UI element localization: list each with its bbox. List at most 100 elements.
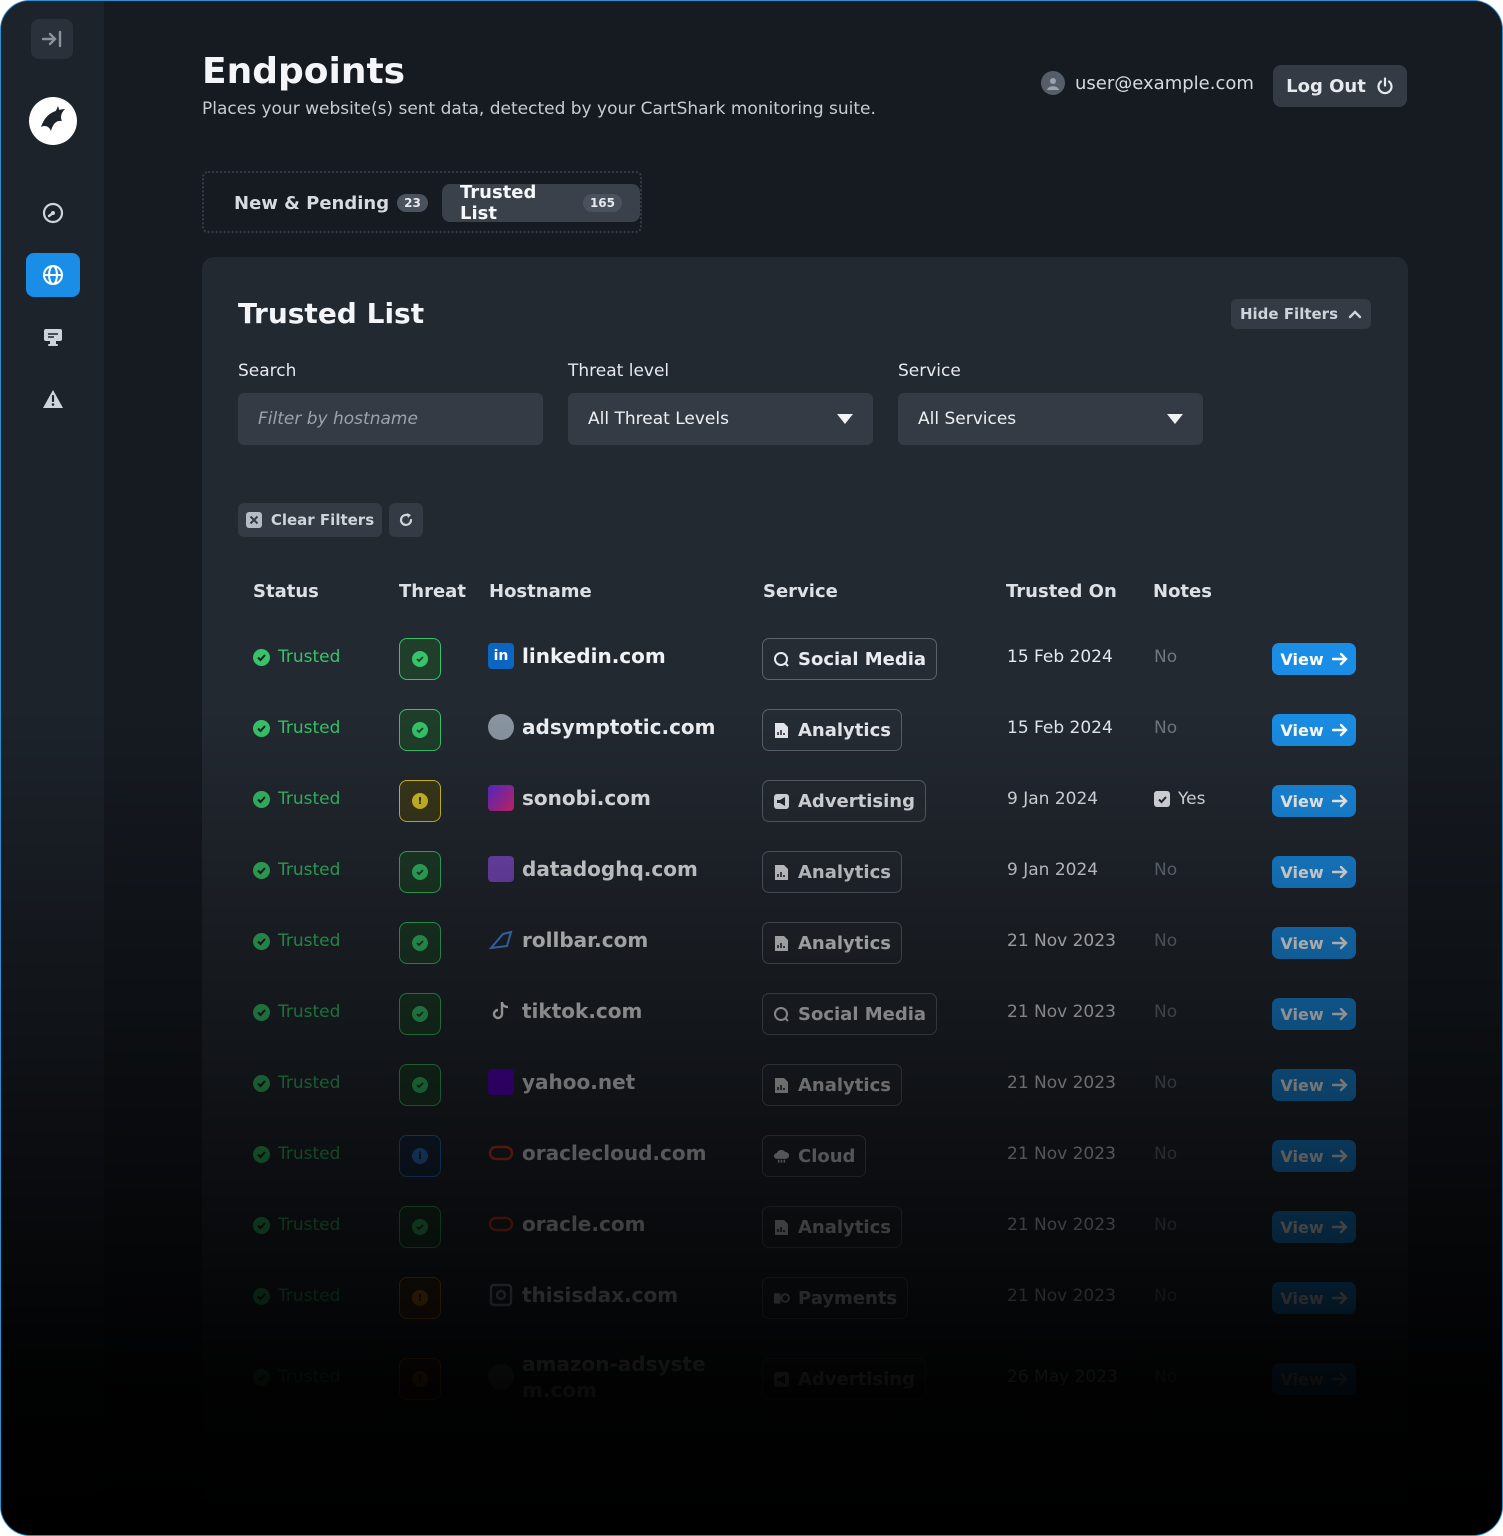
- service-text: Payments: [798, 1287, 898, 1309]
- table-row: Trusted ! amazon-adsystem.com Advertisin…: [202, 1333, 1408, 1423]
- trusted-list-card: Trusted List Hide Filters Search Threat …: [202, 257, 1408, 1535]
- service-text: Analytics: [798, 1074, 891, 1096]
- view-label: View: [1280, 1369, 1324, 1389]
- service-text: Analytics: [798, 932, 891, 954]
- megaphone-icon: [773, 1371, 790, 1388]
- view-button[interactable]: View: [1272, 1069, 1356, 1101]
- threat-badge-high: !: [399, 1277, 441, 1319]
- arrow-right-icon: [1331, 1291, 1348, 1305]
- notes-cell: No: [1154, 1215, 1178, 1235]
- threat-badge-medium: !: [399, 780, 441, 822]
- check-circle-icon: [412, 722, 428, 738]
- status-cell: Trusted: [253, 1367, 340, 1387]
- logout-button[interactable]: Log Out: [1273, 65, 1407, 107]
- view-button[interactable]: View: [1272, 1363, 1356, 1395]
- view-button[interactable]: View: [1272, 1140, 1356, 1172]
- threat-badge-low: [399, 1206, 441, 1248]
- view-button[interactable]: View: [1272, 856, 1356, 888]
- avatar: [1041, 71, 1065, 95]
- warning-circle-icon: !: [412, 1371, 428, 1387]
- table-row: Trusted rollbar.com Analytics 21 Nov 202…: [202, 907, 1408, 978]
- view-label: View: [1280, 933, 1324, 953]
- arrow-right-icon: [1331, 1220, 1348, 1234]
- notes-cell: No: [1154, 647, 1178, 667]
- tab-trusted-list[interactable]: Trusted List 165: [442, 182, 640, 224]
- table-row: Trusted yahoo.net Analytics 21 Nov 2023 …: [202, 1049, 1408, 1120]
- column-header-hostname: Hostname: [489, 581, 592, 602]
- document-chart-icon: [773, 1077, 790, 1094]
- view-label: View: [1280, 1075, 1324, 1095]
- notes-cell: No: [1154, 1144, 1178, 1164]
- status-cell: Trusted: [253, 789, 340, 809]
- hostname-cell: adsymptotic.com: [488, 714, 716, 740]
- power-icon: [1377, 77, 1393, 95]
- service-tag: Analytics: [762, 1064, 902, 1106]
- service-tag: Payments: [762, 1277, 909, 1319]
- status-text: Trusted: [278, 647, 341, 667]
- service-text: Social Media: [798, 648, 927, 670]
- tiktok-logo-icon: [488, 998, 514, 1024]
- status-cell: Trusted: [253, 1286, 340, 1306]
- datadog-logo-icon: [488, 856, 514, 882]
- rollbar-logo-icon: [488, 927, 514, 953]
- view-button[interactable]: View: [1272, 714, 1356, 746]
- megaphone-icon: [773, 793, 790, 810]
- view-button[interactable]: View: [1272, 998, 1356, 1030]
- arrow-right-icon: [1331, 936, 1348, 950]
- sidebar-item-alerts[interactable]: [26, 377, 80, 421]
- search-label: Search: [238, 361, 297, 381]
- service-select[interactable]: All Services: [898, 393, 1203, 445]
- status-text: Trusted: [278, 718, 341, 738]
- status-text: Trusted: [278, 1215, 341, 1235]
- hostname-cell: in linkedin.com: [488, 643, 666, 669]
- clear-filters-label: Clear Filters: [270, 511, 375, 529]
- threat-badge-info: i: [399, 1135, 441, 1177]
- search-input[interactable]: [258, 409, 523, 429]
- yahoo-logo-icon: [488, 1069, 514, 1095]
- service-label: Service: [898, 361, 961, 381]
- view-button[interactable]: View: [1272, 927, 1356, 959]
- payment-icon: [773, 1290, 790, 1307]
- globe-logo-icon: [488, 714, 514, 740]
- view-button[interactable]: View: [1272, 1211, 1356, 1243]
- chat-bubble-icon: [773, 651, 790, 668]
- sidebar-item-endpoints[interactable]: [26, 253, 80, 297]
- caret-down-icon: [1167, 414, 1183, 424]
- notes-cell: Yes: [1154, 789, 1205, 809]
- expand-icon: [41, 30, 62, 48]
- notes-cell: No: [1154, 931, 1178, 951]
- hostname-text: adsymptotic.com: [522, 715, 716, 739]
- tab-new-pending[interactable]: New & Pending 23: [216, 184, 446, 222]
- document-chart-icon: [773, 864, 790, 881]
- view-button[interactable]: View: [1272, 785, 1356, 817]
- status-text: Trusted: [278, 1367, 341, 1387]
- hostname-text: rollbar.com: [522, 928, 649, 952]
- view-label: View: [1280, 862, 1324, 882]
- trusted-on-date: 21 Nov 2023: [1007, 1073, 1116, 1093]
- sidebar-item-monitor[interactable]: [26, 315, 80, 359]
- chat-bubble-icon: [773, 1006, 790, 1023]
- hostname-cell: rollbar.com: [488, 927, 648, 953]
- status-text: Trusted: [278, 1073, 341, 1093]
- arrow-right-icon: [1331, 723, 1348, 737]
- shark-logo[interactable]: [29, 97, 77, 145]
- check-circle-icon: [253, 1145, 270, 1163]
- clear-filters-button[interactable]: Clear Filters: [238, 503, 382, 537]
- refresh-button[interactable]: [389, 503, 423, 537]
- linkedin-logo-icon: in: [488, 643, 514, 669]
- column-header-notes: Notes: [1153, 581, 1212, 602]
- notes-cell: No: [1154, 1367, 1178, 1387]
- table-row: Trusted datadoghq.com Analytics 9 Jan 20…: [202, 836, 1408, 907]
- refresh-icon: [399, 513, 413, 526]
- sidebar-item-dashboard[interactable]: [26, 191, 80, 235]
- threat-level-select[interactable]: All Threat Levels: [568, 393, 873, 445]
- trusted-on-date: 21 Nov 2023: [1007, 1002, 1116, 1022]
- view-button[interactable]: View: [1272, 643, 1356, 675]
- arrow-right-icon: [1331, 865, 1348, 879]
- hostname-text: linkedin.com: [522, 644, 666, 668]
- tab-bar: New & Pending 23 Trusted List 165: [202, 171, 642, 233]
- expand-sidebar-button[interactable]: [31, 19, 73, 59]
- view-button[interactable]: View: [1272, 1282, 1356, 1314]
- hide-filters-button[interactable]: Hide Filters: [1231, 299, 1371, 329]
- user-email: user@example.com: [1075, 72, 1254, 94]
